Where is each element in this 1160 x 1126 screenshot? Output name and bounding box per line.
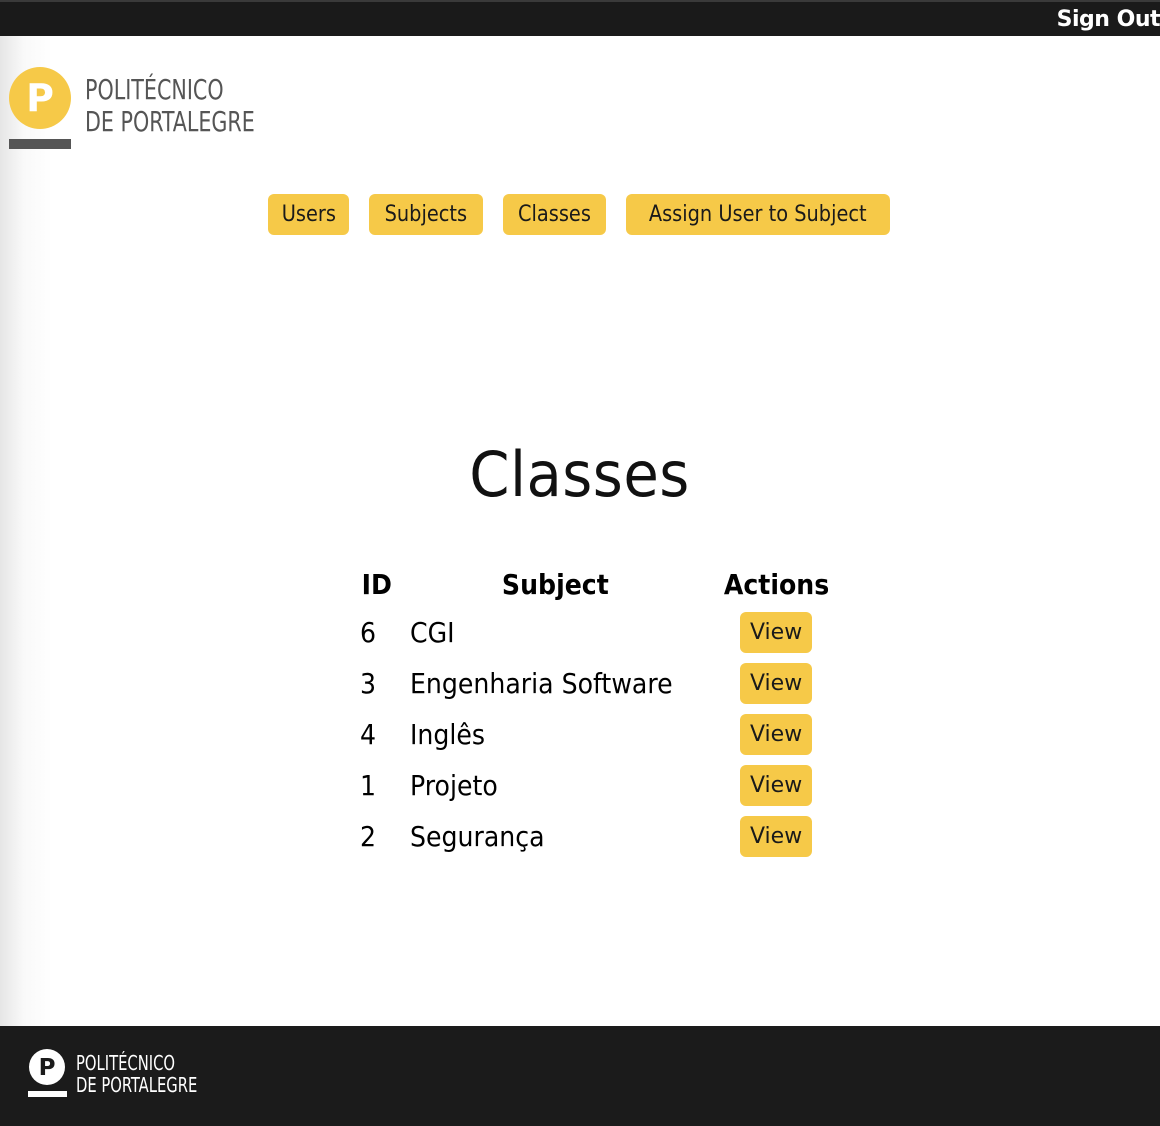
cell-actions: View <box>710 658 843 709</box>
cell-subject: Projeto <box>409 769 498 802</box>
nav-users-button[interactable]: Users <box>268 194 349 235</box>
cell-id: 2 <box>360 820 377 853</box>
nav-assign-user-button[interactable]: Assign User to Subject <box>626 194 890 235</box>
sign-out-link[interactable]: Sign Out <box>1057 2 1160 36</box>
table-row: 6 CGI View <box>352 607 843 658</box>
logo-line-1: POLITÉCNICO <box>85 73 224 106</box>
cell-actions: View <box>710 709 843 760</box>
cell-subject: Engenharia Software <box>409 667 673 700</box>
table-row: 2 Segurança View <box>352 811 843 862</box>
page-title: Classes <box>469 438 691 511</box>
view-button[interactable]: View <box>740 816 813 857</box>
logo-letter: P <box>26 76 54 120</box>
cell-id: 4 <box>360 718 377 751</box>
table-header-row: ID Subject Actions <box>352 561 843 607</box>
cell-actions: View <box>710 760 843 811</box>
view-button[interactable]: View <box>740 765 813 806</box>
view-button[interactable]: View <box>740 714 813 755</box>
column-header-id: ID <box>361 567 392 601</box>
cell-subject: Inglês <box>409 718 485 751</box>
logo-wordmark: POLITÉCNICO DE PORTALEGRE <box>85 74 255 138</box>
cell-id: 1 <box>360 769 377 802</box>
logo-p-icon: P <box>9 67 71 149</box>
nav-subjects-button[interactable]: Subjects <box>369 194 483 235</box>
top-bar: Sign Out <box>0 0 1160 36</box>
footer-logo[interactable]: P POLITÉCNICO DE PORTALEGRE <box>28 1048 248 1108</box>
cell-subject: CGI <box>409 616 455 649</box>
table-row: 3 Engenharia Software View <box>352 658 843 709</box>
table-row: 1 Projeto View <box>352 760 843 811</box>
cell-subject: Segurança <box>409 820 545 853</box>
footer-line-1: POLITÉCNICO <box>76 1051 176 1075</box>
classes-table: ID Subject Actions 6 CGI View 3 Engenhar… <box>352 561 843 862</box>
column-header-actions: Actions <box>723 567 829 601</box>
nav-classes-button[interactable]: Classes <box>503 194 606 235</box>
column-header-subject: Subject <box>502 567 610 601</box>
logo-line-2: DE PORTALEGRE <box>85 105 255 138</box>
footer-logo-p-icon: P <box>28 1049 67 1097</box>
view-button[interactable]: View <box>740 663 813 704</box>
cell-id: 6 <box>360 616 377 649</box>
footer-logo-letter: P <box>39 1055 56 1081</box>
cell-actions: View <box>710 607 843 658</box>
cell-id: 3 <box>360 667 377 700</box>
table-row: 4 Inglês View <box>352 709 843 760</box>
cell-actions: View <box>710 811 843 862</box>
institution-logo[interactable]: P POLITÉCNICO DE PORTALEGRE <box>8 66 308 152</box>
footer-line-2: DE PORTALEGRE <box>76 1073 198 1097</box>
view-button[interactable]: View <box>740 612 813 653</box>
footer: P POLITÉCNICO DE PORTALEGRE <box>0 1026 1160 1126</box>
footer-wordmark: POLITÉCNICO DE PORTALEGRE <box>76 1052 197 1096</box>
